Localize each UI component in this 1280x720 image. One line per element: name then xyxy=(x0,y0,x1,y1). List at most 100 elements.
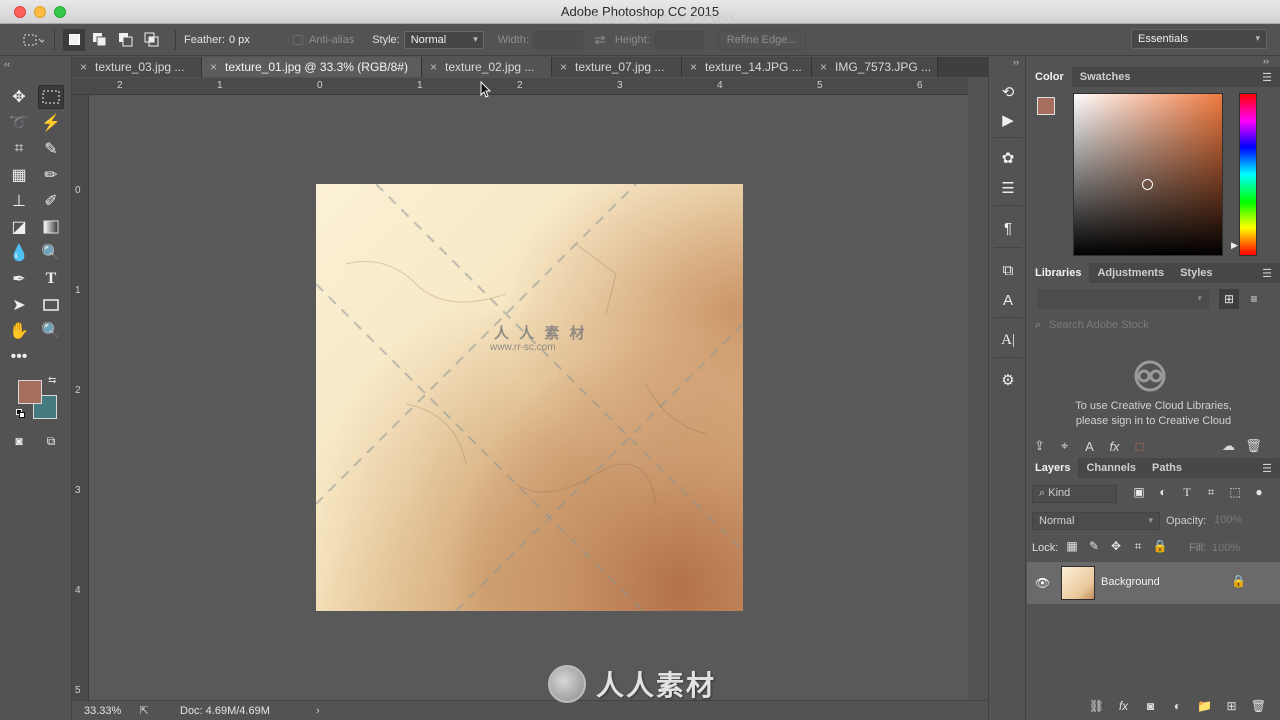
default-colors-icon[interactable] xyxy=(16,409,25,418)
tab-layers[interactable]: Layers xyxy=(1027,458,1079,478)
close-icon[interactable]: × xyxy=(80,60,87,74)
actions-panel-icon[interactable]: ▶ xyxy=(997,109,1019,131)
lock-all-icon[interactable]: 🔒 xyxy=(1151,539,1169,554)
tab-adjustments[interactable]: Adjustments xyxy=(1089,263,1172,283)
type-filter-icon[interactable]: T xyxy=(1177,485,1197,500)
blur-tool[interactable]: 💧 xyxy=(6,241,32,265)
add-mask-icon[interactable]: ◙ xyxy=(1137,699,1164,713)
paragraph-panel-icon[interactable]: ¶ xyxy=(997,217,1019,239)
stock-search-input[interactable]: ⌕ Search Adobe Stock xyxy=(1035,319,1267,337)
clone-source-icon[interactable]: ⧉ xyxy=(997,259,1019,281)
panel-menu-icon[interactable]: ☰ xyxy=(1262,267,1272,280)
eye-icon[interactable]: 👁 xyxy=(1035,576,1050,590)
add-selection-button[interactable] xyxy=(89,29,111,51)
path-select-tool[interactable]: ➤ xyxy=(6,293,32,317)
crop-tool[interactable]: ⌗ xyxy=(6,137,32,161)
lock-pixels-icon[interactable]: ✎ xyxy=(1085,539,1103,554)
swap-colors-icon[interactable]: ⇆ xyxy=(48,375,56,386)
lasso-tool[interactable]: ➰ xyxy=(6,111,32,135)
hue-slider-handle[interactable]: ▶ xyxy=(1231,240,1238,251)
rectangle-tool[interactable] xyxy=(38,293,64,317)
panel-menu-icon[interactable]: ☰ xyxy=(1262,71,1272,84)
rect-marquee-tool[interactable] xyxy=(38,85,64,109)
collapse-icon[interactable]: ‹‹ xyxy=(4,59,10,69)
eyedropper-tool[interactable]: ✎ xyxy=(38,137,64,161)
antialias-checkbox[interactable] xyxy=(292,34,303,45)
filter-toggle-icon[interactable]: ● xyxy=(1249,485,1269,500)
grid-view-button[interactable]: ⊞ xyxy=(1219,289,1239,309)
new-group-icon[interactable]: 📁 xyxy=(1191,699,1218,713)
lock-artboard-icon[interactable]: ⌗ xyxy=(1129,539,1147,554)
panel-menu-icon[interactable]: ☰ xyxy=(1262,462,1272,475)
tab-texture-02[interactable]: × texture_02.jpg ... xyxy=(422,57,552,77)
brush-presets-icon[interactable]: ✿ xyxy=(997,147,1019,169)
more-tools-button[interactable]: ••• xyxy=(6,345,32,369)
delete-layer-icon[interactable]: 🗑 xyxy=(1245,699,1272,713)
trash-icon[interactable]: 🗑 xyxy=(1241,438,1266,454)
tool-preset-picker[interactable] xyxy=(20,31,46,49)
new-selection-button[interactable] xyxy=(63,28,85,51)
document-canvas[interactable]: 人 人 素 材 www.rr-sc.com xyxy=(316,184,743,611)
stamp-tool[interactable]: ⊥ xyxy=(6,189,32,213)
magic-wand-tool[interactable]: ⚡ xyxy=(38,111,64,135)
type-tool[interactable]: T xyxy=(38,267,64,291)
color-field[interactable] xyxy=(1073,93,1223,256)
layer-style-icon[interactable]: fx xyxy=(1110,699,1137,713)
pen-tool[interactable]: ✒ xyxy=(6,267,32,291)
tab-texture-01[interactable]: × texture_01.jpg @ 33.3% (RGB/8#) xyxy=(202,57,422,77)
brush-add-icon[interactable]: ⌖ xyxy=(1052,438,1077,454)
properties-panel-icon[interactable]: ⚙ xyxy=(997,369,1019,391)
history-panel-icon[interactable]: ⟲ xyxy=(997,81,1019,103)
opacity-input[interactable]: 100% xyxy=(1212,512,1256,530)
tab-channels[interactable]: Channels xyxy=(1078,458,1144,478)
subtract-selection-button[interactable] xyxy=(115,29,137,51)
character-styles-icon[interactable]: A xyxy=(997,289,1019,311)
layer-filter-select[interactable]: ⌕ Kind xyxy=(1032,485,1117,503)
move-tool[interactable]: ✥ xyxy=(6,85,32,109)
screen-mode-button[interactable]: ⧉ xyxy=(38,429,64,453)
lock-transparency-icon[interactable]: ▦ xyxy=(1063,539,1081,554)
vertical-ruler[interactable]: 0 1 2 3 4 5 xyxy=(72,95,89,700)
height-input[interactable] xyxy=(653,30,704,49)
smart-object-filter-icon[interactable]: ⬚ xyxy=(1225,485,1245,500)
tab-color[interactable]: Color xyxy=(1027,67,1072,87)
close-icon[interactable]: × xyxy=(820,60,827,74)
horizontal-ruler[interactable]: 2 1 0 1 2 3 4 5 6 xyxy=(72,78,968,95)
adjustments-panel-icon[interactable]: ☰ xyxy=(997,177,1019,199)
quick-mask-button[interactable]: ◙ xyxy=(6,429,32,453)
tab-img-7573[interactable]: × IMG_7573.JPG ... xyxy=(812,57,938,77)
tab-texture-14[interactable]: × texture_14.JPG ... xyxy=(682,57,812,77)
tab-swatches[interactable]: Swatches xyxy=(1072,67,1139,87)
export-icon[interactable]: ⇱ xyxy=(132,704,156,717)
chevron-right-icon[interactable]: › xyxy=(316,705,320,717)
zoom-tool[interactable]: 🔍 xyxy=(38,319,64,343)
character-style-icon[interactable]: A xyxy=(1077,439,1102,454)
tab-texture-07[interactable]: × texture_07.jpg ... xyxy=(552,57,682,77)
cloud-sync-icon[interactable]: ☁ xyxy=(1216,438,1241,454)
color-add-icon[interactable]: □ xyxy=(1127,439,1152,454)
tab-libraries[interactable]: Libraries xyxy=(1027,263,1090,283)
close-icon[interactable]: × xyxy=(690,60,697,74)
tab-texture-03[interactable]: × texture_03.jpg ... xyxy=(72,57,202,77)
list-view-button[interactable]: ≡ xyxy=(1244,289,1264,309)
healing-tool[interactable]: ▦ xyxy=(6,163,32,187)
tab-styles[interactable]: Styles xyxy=(1172,263,1220,283)
feather-input[interactable]: 0 px xyxy=(229,34,279,46)
close-icon[interactable]: × xyxy=(560,60,567,74)
close-icon[interactable]: × xyxy=(210,60,217,74)
hue-slider[interactable] xyxy=(1239,93,1257,256)
dodge-tool[interactable]: 🔍 xyxy=(38,241,64,265)
foreground-color-swatch[interactable] xyxy=(18,380,42,404)
expand-icon[interactable]: ›› xyxy=(1013,57,1019,67)
upload-icon[interactable]: ⇪ xyxy=(1027,438,1052,454)
color-picker-handle[interactable] xyxy=(1142,179,1153,190)
library-select[interactable]: ▾ xyxy=(1037,289,1209,309)
blend-mode-select[interactable]: Normal ▾ xyxy=(1032,512,1160,530)
hand-tool[interactable]: ✋ xyxy=(6,319,32,343)
width-input[interactable] xyxy=(532,30,583,49)
refine-edge-button[interactable]: Refine Edge... xyxy=(717,29,806,50)
foreground-color-chip[interactable] xyxy=(1037,97,1055,115)
tab-paths[interactable]: Paths xyxy=(1144,458,1190,478)
shape-filter-icon[interactable]: ⌗ xyxy=(1201,485,1221,500)
eraser-tool[interactable]: ◪ xyxy=(6,215,32,239)
